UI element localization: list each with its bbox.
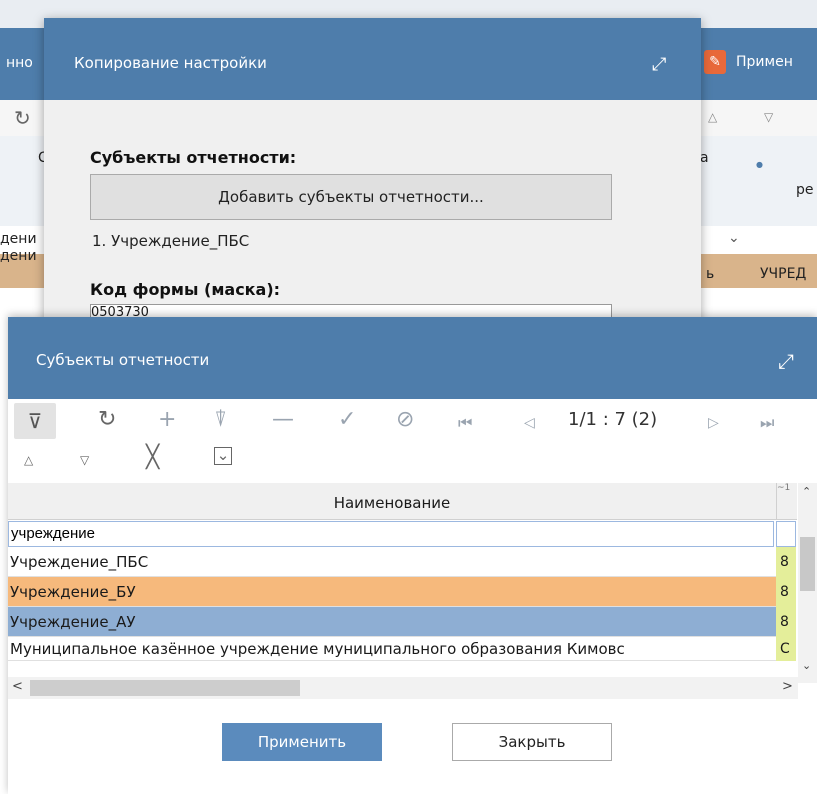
- filter-code-input[interactable]: [776, 521, 796, 547]
- subject-list-item: 1. Учреждение_ПБС: [92, 232, 250, 250]
- background-row-fragment-3: ь: [706, 266, 715, 282]
- vertical-scrollbar[interactable]: ⌃ ⌄: [798, 483, 817, 683]
- subjects-dialog: Субъекты отчетности ⤢ ⊽ ↻ + ⍒ — ✓ ⊘ ⏮ ◁ …: [8, 317, 817, 794]
- background-row-fragment-2: дени: [0, 248, 37, 264]
- prev-page-icon[interactable]: ◁: [524, 415, 535, 431]
- table-cell-code[interactable]: 8: [776, 577, 796, 607]
- sort-down-icon[interactable]: ▽: [764, 110, 773, 124]
- copy-icon[interactable]: ⍒: [214, 407, 227, 432]
- sort-down-icon[interactable]: ▽: [80, 453, 89, 467]
- scroll-thumb[interactable]: [30, 680, 300, 696]
- clear-sort-icon[interactable]: ╳: [146, 445, 159, 470]
- add-icon[interactable]: +: [158, 407, 176, 432]
- expand-icon[interactable]: ⤢: [778, 349, 794, 373]
- delete-icon[interactable]: —: [272, 407, 294, 432]
- scroll-down-icon[interactable]: ⌄: [802, 659, 811, 672]
- column-sort-marker: ~1: [777, 483, 791, 493]
- last-page-icon[interactable]: ⏭: [760, 413, 774, 433]
- cancel-icon[interactable]: ⊘: [396, 407, 414, 432]
- sort-up-icon[interactable]: △: [24, 453, 33, 467]
- filter-name-input[interactable]: [8, 521, 774, 547]
- scroll-thumb[interactable]: [800, 537, 815, 591]
- subjects-label: Субъекты отчетности:: [90, 148, 297, 167]
- chevron-down-icon[interactable]: ⌄: [728, 230, 740, 246]
- table-row[interactable]: Учреждение_ПБС: [8, 547, 776, 577]
- dialog-title: Субъекты отчетности: [36, 351, 210, 369]
- table-cell-code[interactable]: 8: [776, 547, 796, 577]
- add-subjects-button[interactable]: Добавить субъекты отчетности...: [90, 174, 612, 220]
- scroll-right-icon[interactable]: >: [782, 679, 793, 694]
- table-row[interactable]: Учреждение_АУ: [8, 607, 776, 637]
- confirm-icon[interactable]: ✓: [338, 407, 356, 432]
- background-row-fragment: дени: [0, 231, 37, 247]
- dialog-header: Копирование настройки ⤢: [44, 18, 701, 100]
- copy-setting-dialog: Копирование настройки ⤢ Субъекты отчетно…: [44, 18, 701, 338]
- table-cell-code[interactable]: C: [776, 637, 796, 661]
- sort-up-icon[interactable]: △: [708, 110, 717, 124]
- table-cell-code[interactable]: 8: [776, 607, 796, 637]
- dot-icon: ●: [756, 160, 763, 169]
- select-icon[interactable]: ⌄: [214, 447, 232, 465]
- expand-icon[interactable]: ⤢: [652, 54, 666, 75]
- background-header-fragment-2: а: [700, 150, 709, 166]
- column-header-name[interactable]: Наименование: [8, 483, 776, 520]
- next-page-icon[interactable]: ▷: [708, 415, 719, 431]
- background-apply-button[interactable]: Примен: [736, 54, 793, 70]
- form-code-label: Код формы (маска):: [90, 280, 281, 299]
- background-title-fragment: нно: [6, 55, 33, 71]
- background-header-fragment-3: ре: [796, 182, 814, 198]
- scroll-up-icon[interactable]: ⌃: [802, 485, 811, 498]
- first-page-icon[interactable]: ⏮: [458, 413, 472, 433]
- background-row-fragment-4: УЧРЕД: [760, 266, 807, 282]
- apply-icon[interactable]: ✎: [704, 50, 726, 74]
- table-row[interactable]: Муниципальное казённое учреждение муници…: [8, 637, 776, 661]
- filter-icon[interactable]: ⊽: [14, 403, 56, 439]
- horizontal-scrollbar[interactable]: < >: [8, 677, 798, 699]
- close-button[interactable]: Закрыть: [452, 723, 612, 761]
- dialog-header: Субъекты отчетности ⤢: [8, 317, 817, 399]
- subjects-grid: Наименование ~1 Учреждение_ПБС 8 Учрежде…: [8, 483, 817, 683]
- refresh-icon[interactable]: ↻: [98, 407, 116, 432]
- table-row[interactable]: Учреждение_БУ: [8, 577, 776, 607]
- apply-button[interactable]: Применить: [222, 723, 382, 761]
- refresh-icon[interactable]: ↻: [14, 106, 31, 130]
- scroll-left-icon[interactable]: <: [12, 679, 23, 694]
- dialog-title: Копирование настройки: [74, 54, 267, 72]
- pager-text: 1/1 : 7 (2): [568, 409, 658, 430]
- column-header-code[interactable]: ~1: [776, 483, 797, 520]
